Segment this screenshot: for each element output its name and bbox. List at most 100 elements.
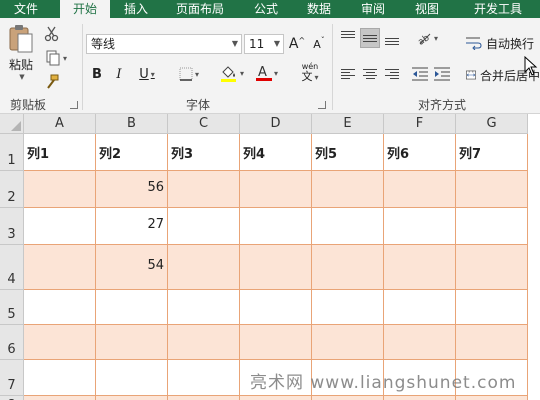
cell-b7[interactable] bbox=[96, 360, 168, 396]
row-header-3[interactable]: 3 bbox=[0, 208, 24, 245]
row-header-6[interactable]: 6 bbox=[0, 325, 24, 360]
grow-font-button[interactable]: A ^ bbox=[287, 34, 307, 54]
cell-d4[interactable] bbox=[240, 245, 312, 290]
row-header-7[interactable]: 7 bbox=[0, 360, 24, 396]
cell-b2[interactable]: 56 bbox=[96, 171, 168, 208]
increase-indent-button[interactable] bbox=[432, 64, 452, 84]
italic-button[interactable]: I bbox=[110, 64, 128, 84]
cell-b4[interactable]: 54 bbox=[96, 245, 168, 290]
cell-e1[interactable]: 列5 bbox=[312, 134, 384, 171]
cell-b6[interactable] bbox=[96, 325, 168, 360]
cell-c6[interactable] bbox=[168, 325, 240, 360]
cell-e5[interactable] bbox=[312, 290, 384, 325]
cell-f1[interactable]: 列6 bbox=[384, 134, 456, 171]
cell-a4[interactable] bbox=[24, 245, 96, 290]
row-header-2[interactable]: 2 bbox=[0, 171, 24, 208]
column-header-c[interactable]: C bbox=[168, 114, 240, 134]
cell-a6[interactable] bbox=[24, 325, 96, 360]
cell-c7[interactable] bbox=[168, 360, 240, 396]
row-header-5[interactable]: 5 bbox=[0, 290, 24, 325]
cell-c3[interactable] bbox=[168, 208, 240, 245]
cell-f7[interactable] bbox=[384, 360, 456, 396]
cell-g3[interactable] bbox=[456, 208, 528, 245]
cell-d6[interactable] bbox=[240, 325, 312, 360]
cell-g7[interactable] bbox=[456, 360, 528, 396]
cell-f3[interactable] bbox=[384, 208, 456, 245]
bold-button[interactable]: B bbox=[88, 64, 106, 84]
top-align-button[interactable] bbox=[338, 28, 358, 48]
cell-d5[interactable] bbox=[240, 290, 312, 325]
align-center-button[interactable] bbox=[360, 64, 380, 84]
cell-g1[interactable]: 列7 bbox=[456, 134, 528, 171]
cell-c5[interactable] bbox=[168, 290, 240, 325]
cell-e2[interactable] bbox=[312, 171, 384, 208]
cell-b5[interactable] bbox=[96, 290, 168, 325]
cell-g5[interactable] bbox=[456, 290, 528, 325]
cell-f5[interactable] bbox=[384, 290, 456, 325]
tab-file[interactable]: 文件 bbox=[0, 0, 52, 18]
tab-page-layout[interactable]: 页面布局 bbox=[168, 0, 232, 18]
tab-insert[interactable]: 插入 bbox=[112, 0, 160, 18]
font-name-combo[interactable]: 等线 ▼ bbox=[86, 34, 242, 54]
column-header-f[interactable]: F bbox=[384, 114, 456, 134]
cell-g8[interactable] bbox=[456, 396, 528, 400]
cell-d3[interactable] bbox=[240, 208, 312, 245]
column-header-g[interactable]: G bbox=[456, 114, 528, 134]
select-all-button[interactable] bbox=[0, 114, 24, 134]
phonetic-guide-button[interactable]: wén 文 ▾ bbox=[294, 62, 326, 84]
row-header-1[interactable]: 1 bbox=[0, 134, 24, 171]
column-header-d[interactable]: D bbox=[240, 114, 312, 134]
orientation-button[interactable]: ab ▾ bbox=[412, 28, 442, 48]
tab-formulas[interactable]: 公式 bbox=[240, 0, 292, 18]
cell-e3[interactable] bbox=[312, 208, 384, 245]
column-header-e[interactable]: E bbox=[312, 114, 384, 134]
cell-d7[interactable] bbox=[240, 360, 312, 396]
cell-f6[interactable] bbox=[384, 325, 456, 360]
bottom-align-button[interactable] bbox=[382, 28, 402, 48]
cell-b3[interactable]: 27 bbox=[96, 208, 168, 245]
format-painter-button[interactable] bbox=[40, 72, 64, 92]
tab-developer[interactable]: 开发工具 bbox=[456, 0, 540, 18]
cell-f4[interactable] bbox=[384, 245, 456, 290]
cell-f8[interactable] bbox=[384, 396, 456, 400]
cell-c1[interactable]: 列3 bbox=[168, 134, 240, 171]
column-header-a[interactable]: A bbox=[24, 114, 96, 134]
cell-d8[interactable] bbox=[240, 396, 312, 400]
fill-color-button[interactable]: ▾ bbox=[216, 62, 248, 84]
cell-d2[interactable] bbox=[240, 171, 312, 208]
cell-a3[interactable] bbox=[24, 208, 96, 245]
cell-g2[interactable] bbox=[456, 171, 528, 208]
cell-f2[interactable] bbox=[384, 171, 456, 208]
shrink-font-button[interactable]: Aˇ bbox=[309, 34, 329, 54]
cell-g4[interactable] bbox=[456, 245, 528, 290]
cut-button[interactable] bbox=[40, 24, 64, 44]
align-left-button[interactable] bbox=[338, 64, 358, 84]
tab-view[interactable]: 视图 bbox=[402, 0, 452, 18]
cell-c4[interactable] bbox=[168, 245, 240, 290]
align-right-button[interactable] bbox=[382, 64, 402, 84]
tab-review[interactable]: 审阅 bbox=[348, 0, 398, 18]
paste-button[interactable]: 粘贴 ▼ bbox=[6, 24, 36, 88]
row-header-8[interactable]: 8 bbox=[0, 396, 24, 400]
cell-a1[interactable]: 列1 bbox=[24, 134, 96, 171]
row-header-4[interactable]: 4 bbox=[0, 245, 24, 290]
tab-data[interactable]: 数据 bbox=[294, 0, 344, 18]
cell-b8[interactable] bbox=[96, 396, 168, 400]
cell-e8[interactable] bbox=[312, 396, 384, 400]
cell-a2[interactable] bbox=[24, 171, 96, 208]
middle-align-button[interactable] bbox=[360, 28, 380, 48]
cell-a5[interactable] bbox=[24, 290, 96, 325]
cell-e4[interactable] bbox=[312, 245, 384, 290]
underline-button[interactable]: U ▾ bbox=[132, 64, 162, 84]
cell-e7[interactable] bbox=[312, 360, 384, 396]
cell-c2[interactable] bbox=[168, 171, 240, 208]
clipboard-launcher-icon[interactable] bbox=[70, 101, 78, 109]
cell-e6[interactable] bbox=[312, 325, 384, 360]
font-color-button[interactable]: A ▾ bbox=[252, 62, 282, 84]
font-launcher-icon[interactable] bbox=[318, 101, 326, 109]
decrease-indent-button[interactable] bbox=[410, 64, 430, 84]
tab-home[interactable]: 开始 bbox=[60, 0, 110, 19]
column-header-b[interactable]: B bbox=[96, 114, 168, 134]
wrap-text-button[interactable]: 自动换行 bbox=[464, 32, 540, 54]
cell-a7[interactable] bbox=[24, 360, 96, 396]
